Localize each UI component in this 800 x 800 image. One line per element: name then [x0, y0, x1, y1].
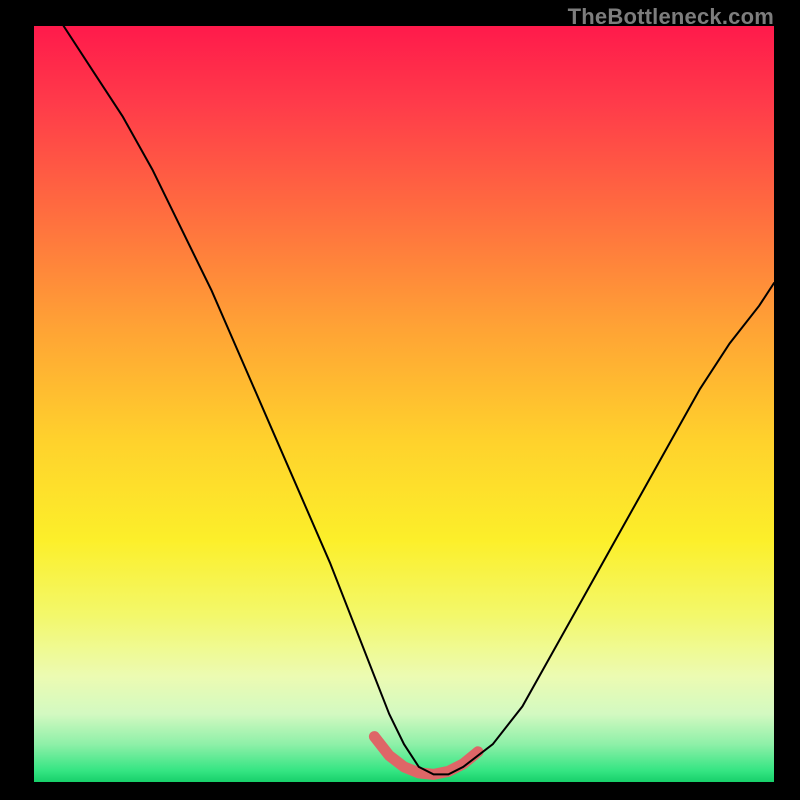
- trough-highlight: [374, 737, 478, 775]
- bottleneck-curve: [64, 26, 774, 774]
- curve-layer: [34, 26, 774, 782]
- plot-area: [34, 26, 774, 782]
- chart-frame: TheBottleneck.com: [0, 0, 800, 800]
- watermark-text: TheBottleneck.com: [568, 4, 774, 30]
